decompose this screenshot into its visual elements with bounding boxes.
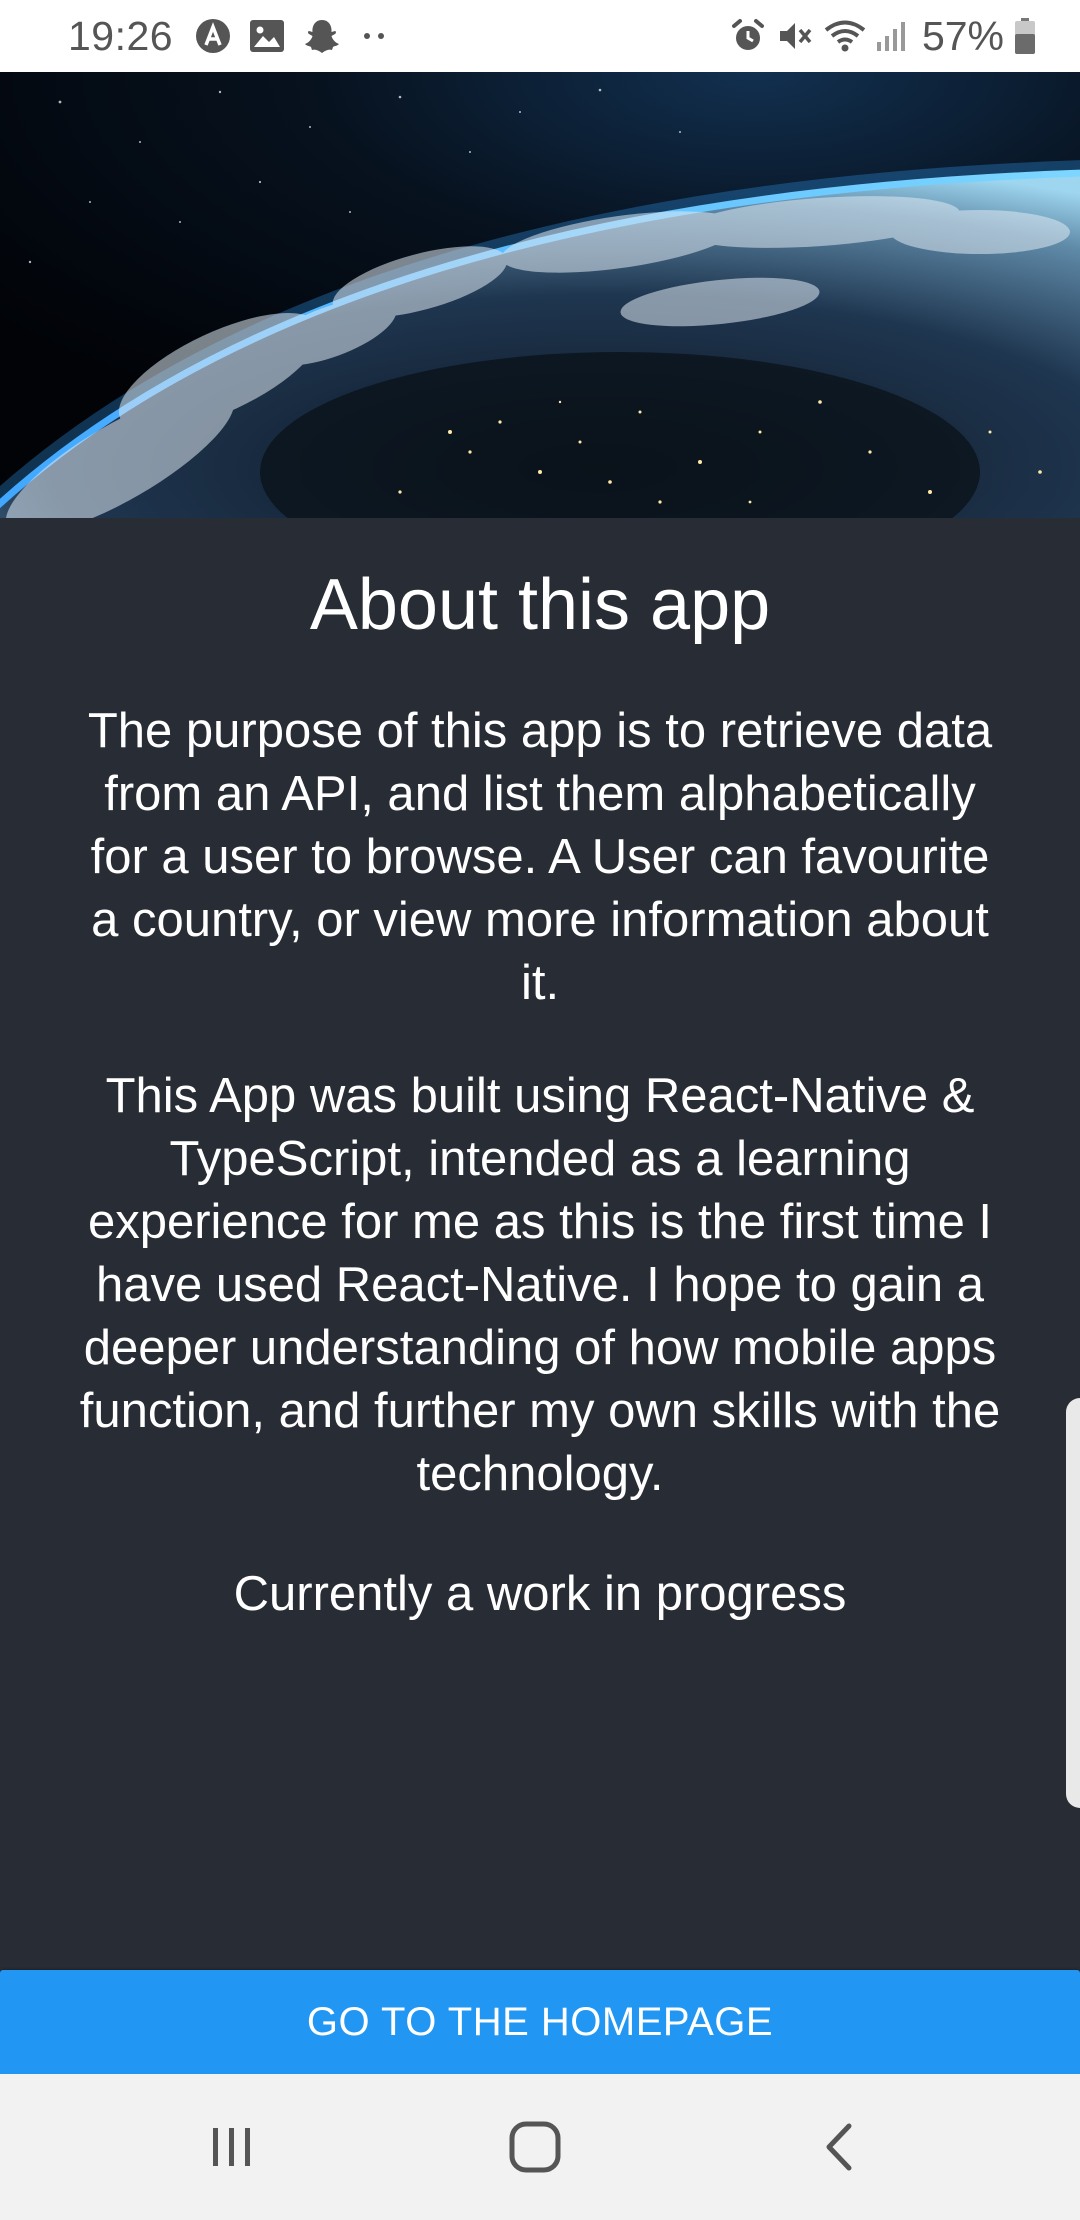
battery-percent: 57% [921,12,1004,59]
recent-apps-button[interactable] [132,2074,332,2220]
back-icon [826,2123,852,2171]
back-button[interactable] [738,2074,938,2220]
wifi-icon [824,19,866,53]
status-bar: 19:26 57% [0,0,1080,72]
system-nav-bar [0,2074,1080,2220]
gallery-icon [249,19,285,53]
vibrate-mute-icon [776,18,814,54]
page-title: About this app [309,565,771,645]
about-content: About this app The purpose of this app i… [0,518,1080,1970]
home-button[interactable] [435,2074,635,2220]
snapchat-icon [303,18,341,54]
alarm-icon [730,18,766,54]
status-time: 19:26 [68,12,174,59]
signal-icon [876,20,906,52]
battery-icon [1014,17,1036,55]
scrollbar[interactable] [1066,1398,1080,1808]
status-paragraph: Currently a work in progress [233,1567,847,1621]
about-screen: 19:26 57% About this app The purpose of … [0,0,1080,2220]
recent-apps-icon [213,2128,250,2166]
technology-paragraph: This App was built using React-Native & … [79,1069,1001,1501]
purpose-paragraph: The purpose of this app is to retrieve d… [87,704,993,1010]
system-icons: 57% [730,13,1036,60]
go-to-homepage-button[interactable]: GO TO THE HOMEPAGE [0,1970,1080,2074]
app-a-icon [195,18,231,54]
notification-icons [195,18,389,54]
home-icon [509,2121,561,2173]
more-dots-icon [359,31,389,41]
earth-from-space-image [0,72,1080,518]
